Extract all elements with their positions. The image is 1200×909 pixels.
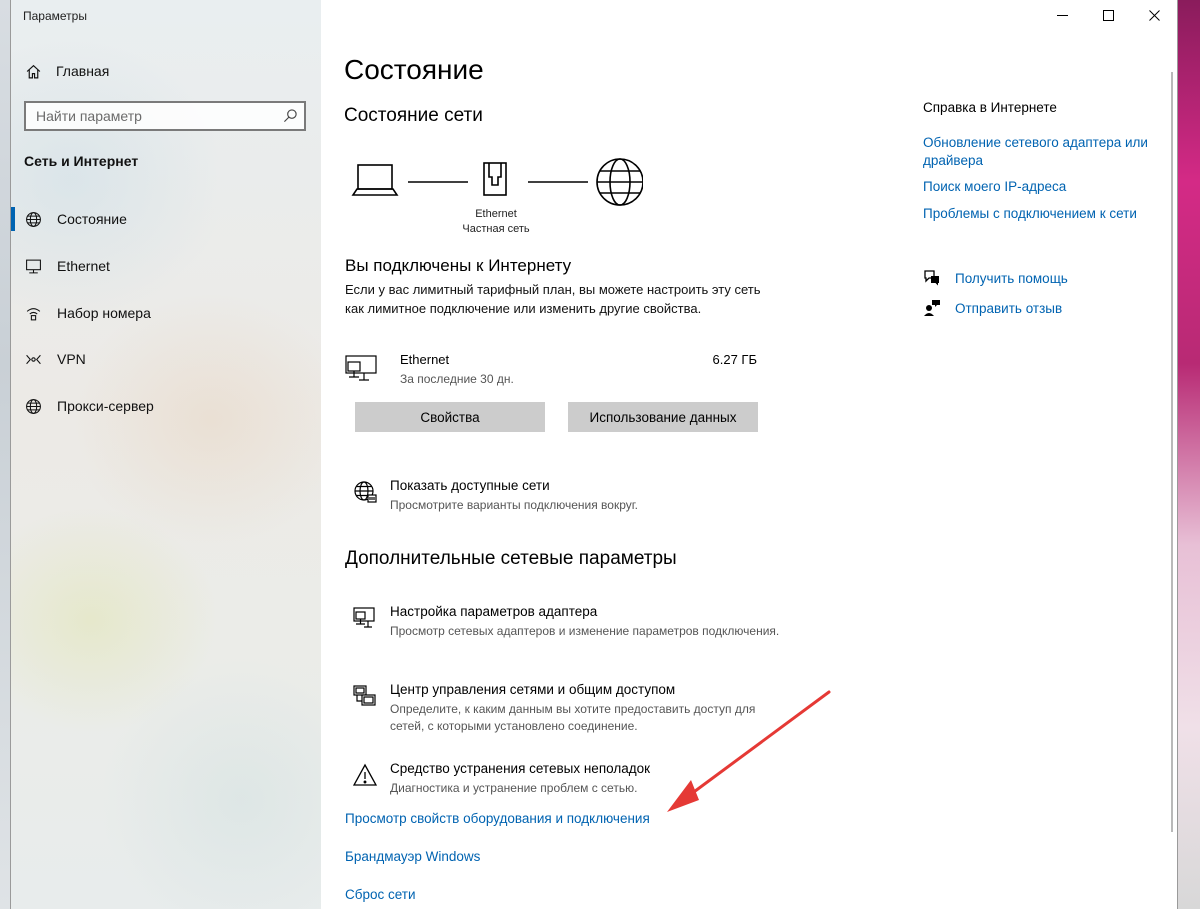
ethernet-icon <box>25 258 42 275</box>
send-feedback-link[interactable]: Отправить отзыв <box>923 299 1062 317</box>
connected-heading: Вы подключены к Интернету <box>345 256 572 275</box>
get-help-label: Получить помощь <box>955 270 1068 286</box>
globe-icon <box>25 211 42 228</box>
show-networks-title: Показать доступные сети <box>390 478 550 493</box>
connection-problems-link[interactable]: Проблемы с подключением к сети <box>923 205 1163 223</box>
sidebar-item-label: VPN <box>57 351 86 367</box>
close-button[interactable] <box>1131 0 1177 30</box>
network-center-title: Центр управления сетями и общим доступом <box>390 682 676 697</box>
sidebar-item-label: Состояние <box>57 211 127 227</box>
feedback-icon <box>924 300 940 316</box>
network-center-desc: Определите, к каким данным вы хотите пре… <box>390 702 756 733</box>
laptop-icon <box>351 164 399 196</box>
update-driver-link[interactable]: Обновление сетевого адаптера или драйвер… <box>923 134 1163 170</box>
globe-icon <box>596 158 643 206</box>
sidebar-item-label: Прокси-сервер <box>57 398 154 414</box>
connection-row: Ethernet За последние 30 дн. 6.27 ГБ <box>345 350 757 390</box>
diagram-network-type: Частная сеть <box>462 223 530 235</box>
close-icon <box>1148 9 1160 21</box>
find-ip-link[interactable]: Поиск моего IP-адреса <box>923 178 1163 196</box>
connection-name: Ethernet <box>400 352 450 367</box>
troubleshooter-title: Средство устранения сетевых неполадок <box>390 761 651 776</box>
nav-home[interactable]: Главная <box>25 60 295 82</box>
desktop-background-left <box>0 0 10 909</box>
properties-button[interactable]: Свойства <box>355 402 545 432</box>
window-controls <box>1039 0 1177 30</box>
hardware-properties-link[interactable]: Просмотр свойств оборудования и подключе… <box>345 811 650 826</box>
sidebar-item-label: Ethernet <box>57 258 110 274</box>
firewall-link[interactable]: Брандмауэр Windows <box>345 849 480 864</box>
minimize-icon <box>1056 14 1068 16</box>
dialup-icon <box>25 305 42 322</box>
network-globe-icon <box>354 481 377 503</box>
settings-window: Параметры Главная Сеть и Интернет Состоя… <box>10 0 1178 909</box>
diagram-adapter-label: Ethernet <box>475 208 517 220</box>
sidebar: Параметры Главная Сеть и Интернет Состоя… <box>11 0 321 909</box>
desktop-background-right <box>1178 0 1200 909</box>
network-reset-link[interactable]: Сброс сети <box>345 887 416 902</box>
page-title: Состояние <box>344 54 484 85</box>
connection-usage: 6.27 ГБ <box>712 352 757 367</box>
advanced-settings-heading: Дополнительные сетевые параметры <box>345 548 677 569</box>
nav-home-label: Главная <box>56 63 110 79</box>
sidebar-item-status[interactable]: Состояние <box>11 199 321 239</box>
sidebar-item-vpn[interactable]: VPN <box>11 339 321 379</box>
computer-icon <box>345 355 377 381</box>
network-status-heading: Состояние сети <box>344 105 483 126</box>
window-title: Параметры <box>23 9 87 23</box>
diagram-caption: Ethernet Частная сеть <box>441 207 551 237</box>
adapter-settings-title: Настройка параметров адаптера <box>390 604 598 619</box>
warning-icon <box>353 763 377 786</box>
sidebar-item-ethernet[interactable]: Ethernet <box>11 246 321 286</box>
help-heading: Справка в Интернете <box>923 100 1057 115</box>
adapter-icon <box>353 607 375 628</box>
scrollbar[interactable] <box>1171 72 1173 832</box>
search-input[interactable] <box>26 103 276 129</box>
connected-description: Если у вас лимитный тарифный план, вы мо… <box>345 282 761 316</box>
minimize-button[interactable] <box>1039 0 1085 30</box>
maximize-icon <box>1102 9 1114 21</box>
data-usage-button[interactable]: Использование данных <box>568 402 758 432</box>
help-chat-icon <box>924 270 939 286</box>
globe-icon <box>25 398 42 415</box>
get-help-link[interactable]: Получить помощь <box>923 269 1068 287</box>
show-networks-desc: Просмотрите варианты подключения вокруг. <box>390 498 638 512</box>
connection-period: За последние 30 дн. <box>400 372 514 386</box>
adapter-settings-desc: Просмотр сетевых адаптеров и изменение п… <box>390 624 780 638</box>
troubleshooter-desc: Диагностика и устранение проблем с сетью… <box>390 781 638 795</box>
ethernet-port-icon <box>483 162 507 196</box>
sidebar-item-dialup[interactable]: Набор номера <box>11 293 321 333</box>
section-title: Сеть и Интернет <box>24 153 139 169</box>
home-icon <box>25 63 42 80</box>
sharing-center-icon <box>353 685 376 706</box>
sidebar-item-label: Набор номера <box>57 305 151 321</box>
search-box[interactable] <box>24 101 306 131</box>
sidebar-item-proxy[interactable]: Прокси-сервер <box>11 386 321 426</box>
send-feedback-label: Отправить отзыв <box>955 300 1063 316</box>
maximize-button[interactable] <box>1085 0 1131 30</box>
search-icon[interactable] <box>283 108 298 123</box>
vpn-icon <box>25 351 42 368</box>
main-content: Состояние Состояние сети Ethernet Частна… <box>321 0 1177 909</box>
